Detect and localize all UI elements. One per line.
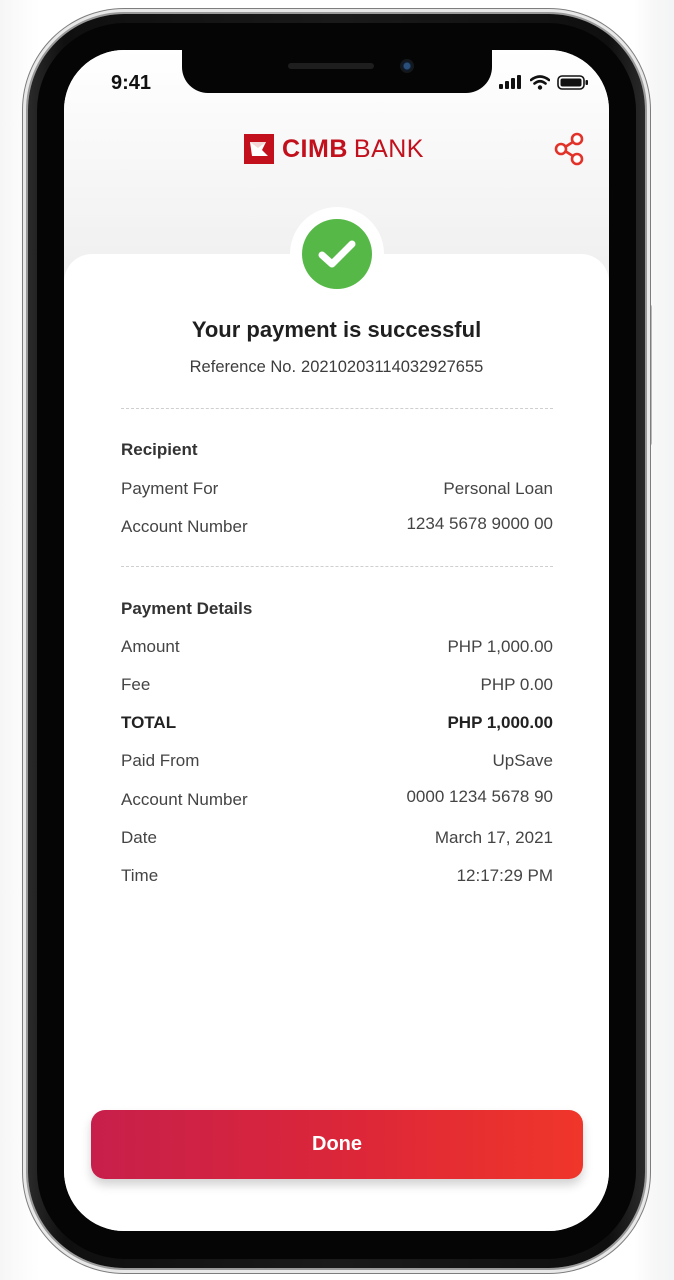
- reference-value: 20210203114032927655: [301, 358, 484, 376]
- power-button: [646, 304, 652, 446]
- divider: [121, 566, 553, 567]
- speaker-grille: [288, 63, 374, 69]
- cimb-logo-icon: [244, 134, 274, 164]
- payment-for-value: Personal Loan: [443, 479, 553, 498]
- amount-label: Amount: [121, 637, 180, 656]
- date-row: Date March 17, 2021: [121, 826, 553, 850]
- time-row: Time 12:17:29 PM: [121, 864, 553, 888]
- checkmark-icon: [318, 240, 356, 268]
- reference-label: Reference No.: [189, 358, 297, 376]
- cimb-bank-logo: CIMB BANK: [244, 134, 424, 164]
- divider: [121, 408, 553, 409]
- notch: [182, 50, 492, 93]
- share-button[interactable]: [553, 132, 585, 166]
- recipient-account-row: Account Number 1234 5678 9000 00: [121, 514, 553, 539]
- fee-value: PHP 0.00: [480, 675, 553, 694]
- time-value: 12:17:29 PM: [456, 866, 553, 885]
- status-time: 9:41: [111, 72, 152, 94]
- status-icons: [499, 74, 589, 90]
- date-label: Date: [121, 828, 157, 847]
- total-label: TOTAL: [121, 713, 177, 732]
- payment-for-label: Payment For: [121, 479, 219, 498]
- recipient-account-value: 1234 5678 9000 00: [406, 514, 553, 533]
- paid-from-row: Paid From UpSave: [121, 749, 553, 773]
- front-camera: [400, 59, 414, 73]
- payment-for-row: Payment For Personal Loan: [121, 477, 553, 501]
- source-account-label: Account Number: [121, 790, 248, 809]
- amount-value: PHP 1,000.00: [447, 637, 553, 656]
- recipient-account-label: Account Number: [121, 517, 248, 536]
- wifi-icon: [530, 74, 550, 90]
- share-icon: [554, 132, 584, 166]
- done-button[interactable]: Done: [91, 1110, 583, 1179]
- amount-row: Amount PHP 1,000.00: [121, 635, 553, 659]
- source-account-value: 0000 1234 5678 90: [406, 787, 553, 806]
- source-account-row: Account Number 0000 1234 5678 90: [121, 787, 553, 812]
- date-value: March 17, 2021: [434, 828, 553, 847]
- brand-name-bold: CIMB: [282, 134, 348, 163]
- total-value: PHP 1,000.00: [447, 713, 553, 732]
- paid-from-value: UpSave: [492, 751, 553, 770]
- recipient-heading: Recipient: [121, 440, 198, 459]
- receipt-card: [64, 254, 609, 1231]
- fee-row: Fee PHP 0.00: [121, 673, 553, 697]
- total-row: TOTAL PHP 1,000.00: [121, 711, 553, 735]
- success-title: Your payment is successful: [191, 317, 482, 342]
- success-check-icon: [302, 219, 372, 289]
- payment-details-heading: Payment Details: [121, 599, 253, 618]
- fee-label: Fee: [121, 675, 151, 694]
- signal-icon: [499, 75, 521, 89]
- reference-number: Reference No. 20210203114032927655: [64, 358, 609, 377]
- phone-screen: 9:41 CIMB BANK Your payment is successfu…: [64, 50, 609, 1231]
- battery-icon: [557, 74, 588, 90]
- time-label: Time: [121, 866, 159, 885]
- paid-from-label: Paid From: [121, 751, 200, 770]
- brand-name-light: BANK: [353, 134, 424, 163]
